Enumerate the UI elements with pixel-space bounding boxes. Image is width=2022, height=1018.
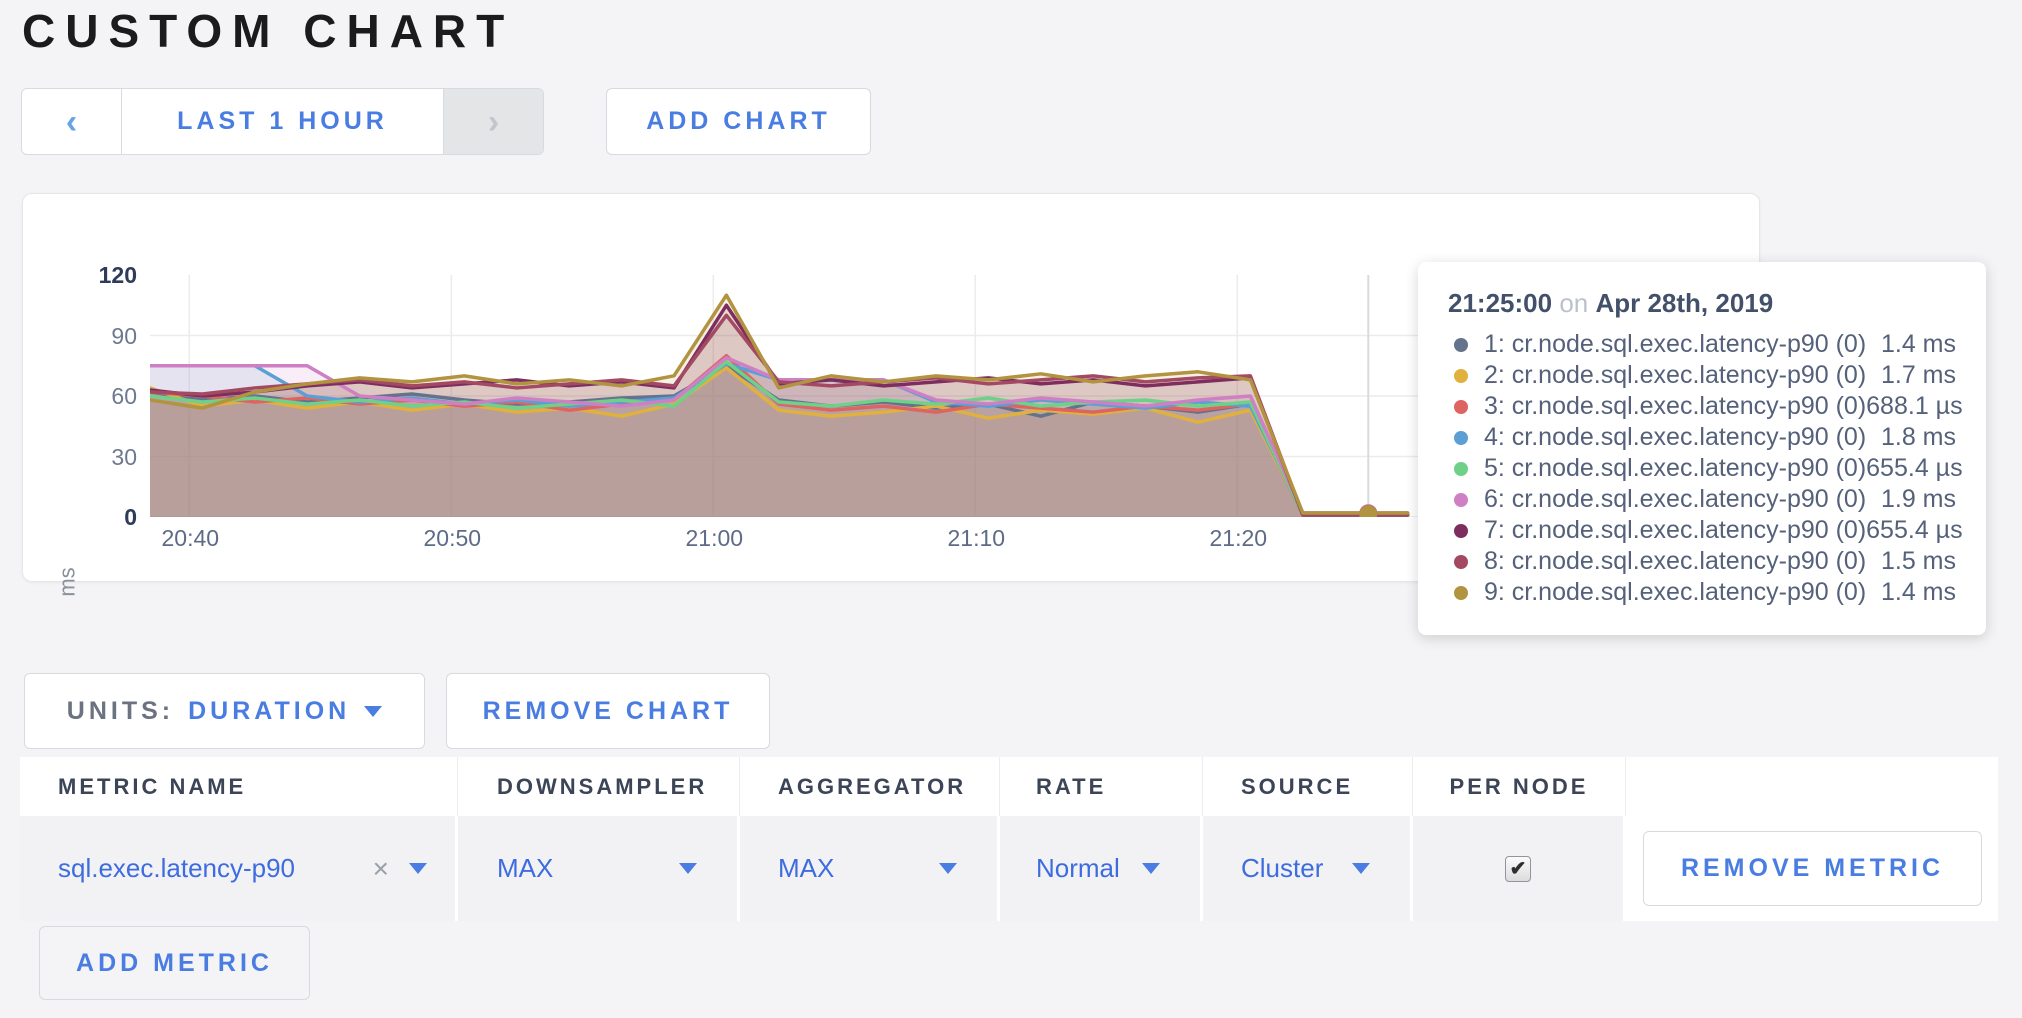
tooltip-series-value: 1.5 ms — [1881, 547, 1956, 576]
y-axis-tick-label: 30 — [57, 444, 137, 471]
rate-select[interactable]: Normal — [1036, 853, 1120, 884]
time-range-selector: ‹ LAST 1 HOUR › — [21, 88, 544, 155]
downsampler-cell: MAX — [458, 816, 740, 921]
tooltip-series-label: 9: cr.node.sql.exec.latency-p90 (0) — [1484, 578, 1881, 607]
chevron-left-icon: ‹ — [66, 105, 77, 139]
tooltip-series-label: 2: cr.node.sql.exec.latency-p90 (0) — [1484, 361, 1881, 390]
time-range-prev-button[interactable]: ‹ — [22, 89, 122, 154]
column-header-downsampler: DOWNSAMPLER — [458, 757, 740, 816]
time-range-label-button[interactable]: LAST 1 HOUR — [122, 89, 443, 154]
units-dropdown[interactable]: UNITS: DURATION — [24, 673, 425, 749]
tooltip-series-label: 1: cr.node.sql.exec.latency-p90 (0) — [1484, 330, 1881, 359]
metric-name-cell: sql.exec.latency-p90 × — [20, 816, 458, 921]
column-header-aggregator: AGGREGATOR — [740, 757, 1000, 816]
aggregator-select[interactable]: MAX — [778, 853, 834, 884]
tooltip-date: Apr 28th, 2019 — [1595, 288, 1773, 318]
tooltip-series-row: 1: cr.node.sql.exec.latency-p90 (0)1.4 m… — [1448, 329, 1956, 360]
series-color-dot-icon — [1454, 493, 1468, 507]
custom-chart-page: CUSTOM CHART ‹ LAST 1 HOUR › ADD CHART m… — [0, 0, 2022, 1018]
downsampler-select[interactable]: MAX — [497, 853, 553, 884]
y-axis-tick-label: 60 — [57, 383, 137, 410]
tooltip-series-row: 3: cr.node.sql.exec.latency-p90 (0)688.1… — [1448, 391, 1956, 422]
aggregator-caret-icon[interactable] — [939, 863, 957, 874]
aggregator-cell: MAX — [740, 816, 1000, 921]
rate-cell: Normal — [1000, 816, 1203, 921]
source-select[interactable]: Cluster — [1241, 853, 1323, 884]
tooltip-series-value: 1.8 ms — [1881, 423, 1956, 452]
column-header-source: SOURCE — [1203, 757, 1413, 816]
tooltip-series-label: 6: cr.node.sql.exec.latency-p90 (0) — [1484, 485, 1881, 514]
downsampler-caret-icon[interactable] — [679, 863, 697, 874]
remove-chart-button[interactable]: REMOVE CHART — [446, 673, 770, 749]
series-color-dot-icon — [1454, 338, 1468, 352]
page-title: CUSTOM CHART — [22, 4, 514, 58]
metric-name-value[interactable]: sql.exec.latency-p90 — [58, 853, 295, 884]
source-caret-icon[interactable] — [1352, 863, 1370, 874]
y-axis-tick-label: 90 — [57, 323, 137, 350]
series-color-dot-icon — [1454, 586, 1468, 600]
series-color-dot-icon — [1454, 400, 1468, 414]
tooltip-series-value: 1.7 ms — [1881, 361, 1956, 390]
x-axis-tick-label: 21:00 — [654, 525, 774, 552]
tooltip-series-list: 1: cr.node.sql.exec.latency-p90 (0)1.4 m… — [1448, 329, 1956, 608]
y-axis-tick-label: 0 — [57, 504, 137, 531]
column-header-actions — [1626, 757, 1998, 816]
remove-metric-button[interactable]: REMOVE METRIC — [1643, 831, 1982, 906]
x-axis-tick-label: 20:50 — [392, 525, 512, 552]
tooltip-series-value: 1.4 ms — [1881, 330, 1956, 359]
y-axis-unit-label: ms — [55, 567, 81, 596]
tooltip-series-row: 4: cr.node.sql.exec.latency-p90 (0)1.8 m… — [1448, 422, 1956, 453]
series-color-dot-icon — [1454, 462, 1468, 476]
tooltip-series-row: 5: cr.node.sql.exec.latency-p90 (0)655.4… — [1448, 453, 1956, 484]
column-header-rate: RATE — [1000, 757, 1203, 816]
x-axis-tick-label: 21:10 — [916, 525, 1036, 552]
add-chart-button[interactable]: ADD CHART — [606, 88, 871, 155]
tooltip-series-value: 688.1 µs — [1866, 392, 1962, 421]
tooltip-header: 21:25:00 on Apr 28th, 2019 — [1448, 288, 1956, 319]
tooltip-time: 21:25:00 — [1448, 288, 1552, 318]
tooltip-series-label: 4: cr.node.sql.exec.latency-p90 (0) — [1484, 423, 1881, 452]
series-color-dot-icon — [1454, 431, 1468, 445]
tooltip-series-value: 1.4 ms — [1881, 578, 1956, 607]
column-header-metric-name: METRIC NAME — [20, 757, 458, 816]
series-color-dot-icon — [1454, 369, 1468, 383]
chevron-down-icon — [364, 706, 382, 717]
tooltip-series-label: 7: cr.node.sql.exec.latency-p90 (0) — [1484, 516, 1866, 545]
tooltip-series-row: 6: cr.node.sql.exec.latency-p90 (0)1.9 m… — [1448, 484, 1956, 515]
tooltip-series-value: 1.9 ms — [1881, 485, 1956, 514]
per-node-cell: ✔ — [1413, 816, 1626, 921]
tooltip-series-row: 9: cr.node.sql.exec.latency-p90 (0)1.4 m… — [1448, 577, 1956, 608]
metrics-table-header: METRIC NAME DOWNSAMPLER AGGREGATOR RATE … — [20, 757, 1998, 816]
tooltip-series-value: 655.4 µs — [1866, 454, 1962, 483]
y-axis-tick-label: 120 — [57, 262, 137, 289]
rate-caret-icon[interactable] — [1142, 863, 1160, 874]
time-range-next-button[interactable]: › — [443, 89, 543, 154]
x-axis-tick-label: 21:20 — [1178, 525, 1298, 552]
metric-dropdown-caret-icon[interactable] — [409, 863, 427, 874]
tooltip-series-label: 3: cr.node.sql.exec.latency-p90 (0) — [1484, 392, 1866, 421]
series-color-dot-icon — [1454, 555, 1468, 569]
tooltip-series-row: 7: cr.node.sql.exec.latency-p90 (0)655.4… — [1448, 515, 1956, 546]
units-value: DURATION — [188, 697, 350, 726]
add-metric-button[interactable]: ADD METRIC — [39, 926, 310, 1000]
chart-hover-tooltip: 21:25:00 on Apr 28th, 2019 1: cr.node.sq… — [1418, 262, 1986, 635]
source-cell: Cluster — [1203, 816, 1413, 921]
chevron-right-icon: › — [488, 105, 499, 139]
x-axis-tick-label: 20:40 — [130, 525, 250, 552]
series-color-dot-icon — [1454, 524, 1468, 538]
column-header-per-node: PER NODE — [1413, 757, 1626, 816]
tooltip-series-label: 8: cr.node.sql.exec.latency-p90 (0) — [1484, 547, 1881, 576]
tooltip-on-word: on — [1559, 288, 1595, 318]
tooltip-series-row: 8: cr.node.sql.exec.latency-p90 (0)1.5 m… — [1448, 546, 1956, 577]
clear-metric-icon[interactable]: × — [373, 853, 389, 885]
tooltip-series-value: 655.4 µs — [1866, 516, 1962, 545]
units-label: UNITS: — [67, 697, 174, 726]
tooltip-series-row: 2: cr.node.sql.exec.latency-p90 (0)1.7 m… — [1448, 360, 1956, 391]
per-node-checkbox[interactable]: ✔ — [1505, 856, 1531, 882]
tooltip-series-label: 5: cr.node.sql.exec.latency-p90 (0) — [1484, 454, 1866, 483]
